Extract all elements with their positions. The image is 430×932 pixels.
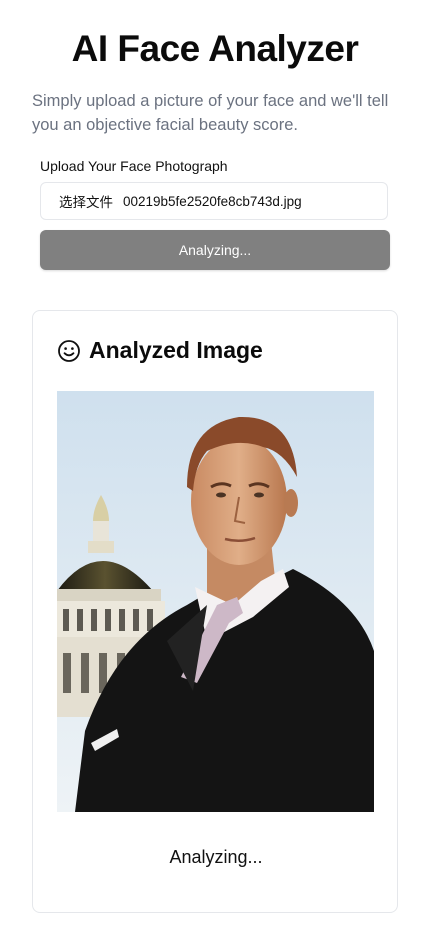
- card-title: Analyzed Image: [89, 337, 263, 363]
- choose-file-button[interactable]: 选择文件: [59, 191, 113, 211]
- analyzed-photo: [57, 391, 374, 812]
- analyzed-image-card: Analyzed Image Analyzing...: [32, 310, 398, 913]
- page: AI Face Analyzer Simply upload a picture…: [0, 0, 430, 932]
- smile-icon: [57, 339, 81, 363]
- card-header: Analyzed Image: [57, 337, 263, 364]
- upload-label: Upload Your Face Photograph: [40, 158, 228, 174]
- analyze-button[interactable]: Analyzing...: [40, 230, 390, 270]
- page-subtitle: Simply upload a picture of your face and…: [32, 92, 389, 134]
- analysis-status: Analyzing...: [169, 847, 263, 867]
- file-name: 00219b5fe2520fe8cb743d.jpg: [123, 193, 302, 209]
- file-input[interactable]: 选择文件 00219b5fe2520fe8cb743d.jpg: [40, 182, 388, 220]
- page-title: AI Face Analyzer: [71, 28, 359, 69]
